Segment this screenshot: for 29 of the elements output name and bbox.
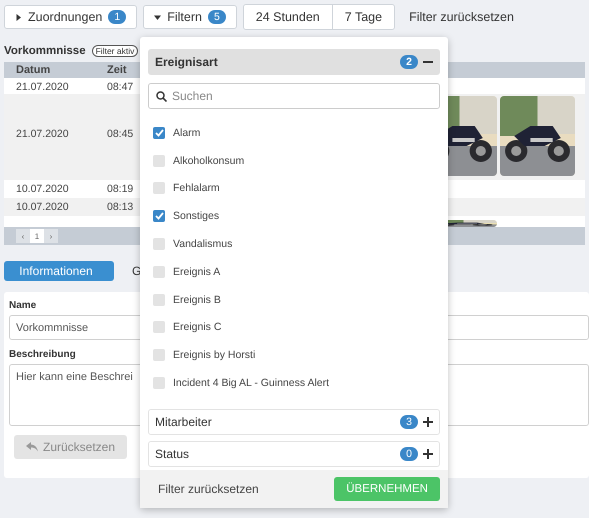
- table-cell-text: 08:13: [106, 200, 134, 215]
- count-badge: 3: [400, 414, 418, 429]
- column-header: Zeit: [106, 64, 128, 76]
- count-badge: 1: [108, 10, 126, 24]
- table-cell-text: 08:19: [106, 182, 134, 197]
- option-label: Sonstiges: [173, 210, 220, 222]
- table-cell-text: 08:47: [106, 80, 134, 94]
- option-label: Ereignis by Horsti: [173, 349, 256, 362]
- count-badge: 0: [400, 446, 418, 461]
- filter-badge: Filter aktiv: [92, 45, 138, 57]
- column-header: Datum: [15, 64, 52, 76]
- count-badge: 2: [400, 55, 418, 69]
- table-cell-text: 21.07.2020: [15, 80, 70, 94]
- count-badge: 5: [208, 10, 226, 24]
- table-cell-text: 08:45: [106, 127, 134, 142]
- list-title: Vorkommnisse: [4, 45, 86, 57]
- option-label: Alarm: [173, 126, 200, 139]
- option-label: Alkoholkonsum: [173, 154, 244, 167]
- option-label: Ereignis C: [173, 321, 222, 334]
- table-cell-text: 10.07.2020: [15, 182, 70, 197]
- option-label: Ereignis B: [173, 294, 221, 306]
- table-cell-text: 21.07.2020: [15, 127, 70, 142]
- table-cell-text: 10.07.2020: [15, 200, 70, 215]
- option-label: Vandalismus: [173, 238, 232, 250]
- option-label: Incident 4 Big AL - Guinness Alert: [173, 377, 330, 390]
- option-label: Ereignis A: [173, 266, 220, 278]
- option-label: Fehlalarm: [173, 182, 220, 194]
- field-label: Beschreibung: [9, 349, 76, 360]
- field-label: Name: [9, 300, 36, 311]
